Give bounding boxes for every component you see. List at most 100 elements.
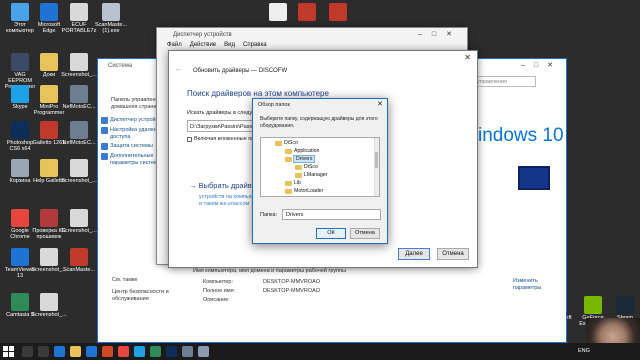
desktop-icon-ecuf[interactable]: ECUF PORTABLE7z: [61, 3, 97, 34]
system-window-title: Система: [108, 63, 133, 69]
photoshop-icon: [11, 121, 29, 139]
wizard-cancel-button[interactable]: Отмена: [437, 248, 469, 260]
desktop-icon-nefmoto1[interactable]: NefMotoEC...: [61, 85, 97, 110]
device-manager-controls[interactable]: –□✕: [418, 30, 462, 38]
folder-tree-item[interactable]: DiSco: [295, 164, 318, 170]
shield-icon: [101, 117, 108, 124]
browse-cancel-button[interactable]: Отмена: [350, 228, 380, 239]
system-window-controls[interactable]: –□✕: [521, 61, 562, 69]
scroll-thumb[interactable]: [375, 152, 378, 168]
steam-icon: [616, 296, 634, 314]
folder-label: Папка:: [260, 212, 278, 218]
vag-eeprom-icon: [11, 53, 29, 71]
folder-tree-label: DiSco: [304, 164, 318, 170]
desktop-icon-label: ScanMaste... (1).exe: [94, 22, 128, 34]
desktop-icon-label: Camtasia 9: [6, 312, 34, 318]
desktop-icon-label: Photoshop CS6 x64: [6, 140, 34, 152]
link-label: Защита системы: [110, 143, 153, 149]
folder-icon: [285, 148, 292, 154]
driver-path-input[interactable]: D:\Загрузки\Passini\Passini\: [187, 120, 259, 132]
desktop-icon-label: Этот компьютер: [6, 22, 34, 34]
computer-label: Компьютер:: [203, 279, 233, 285]
desktop-icon-scanmaster[interactable]: ScanMaste... (1).exe: [93, 3, 129, 34]
desktop-icon-screenshot5[interactable]: Screenshot_...: [31, 293, 67, 318]
menu-file[interactable]: Файл: [167, 42, 182, 48]
shield-icon: [101, 153, 108, 160]
tree-scrollbar[interactable]: [374, 138, 379, 196]
folder-icon: [275, 140, 282, 146]
choose-desc-2: и таким же классом: [199, 201, 250, 207]
desktop-icon-label: ScanMaste...: [62, 267, 96, 273]
k-app2-icon: [329, 3, 347, 21]
full-name-label: Полное имя:: [203, 288, 236, 294]
taskbar-task-view-icon[interactable]: [38, 346, 49, 357]
folder-icon: [295, 164, 302, 170]
folder-tree-label: Lib: [294, 180, 301, 186]
browse-instruction: Выберите папку, содержащую драйверы для …: [260, 116, 378, 129]
close-icon[interactable]: ✕: [377, 100, 383, 108]
menu-view[interactable]: Вид: [224, 42, 235, 48]
folder-icon: [295, 172, 302, 178]
folder-tree-item[interactable]: Drivers: [285, 155, 316, 163]
skype-icon: [11, 85, 29, 103]
windows-start-icon[interactable]: [3, 346, 14, 357]
taskbar-devmgr-icon[interactable]: [198, 346, 209, 357]
checkbox-box[interactable]: [187, 136, 192, 142]
taskbar-store-icon[interactable]: [86, 346, 97, 357]
folder-tree[interactable]: DiSco Application Drivers DiSco LManager Lib M…: [260, 137, 380, 197]
shield-icon: [101, 143, 108, 150]
ok-button[interactable]: ОК: [316, 228, 346, 239]
windows-10-brand: indows 10: [478, 125, 564, 146]
taskbar-office-icon[interactable]: [102, 346, 113, 357]
device-manager-menu: Файл Действие Вид Справка: [167, 42, 267, 48]
folder-tree-item[interactable]: Lib: [285, 180, 301, 186]
menu-action[interactable]: Действие: [190, 42, 216, 48]
folder-tree-label: MotorLoader: [294, 188, 324, 194]
taskbar-explorer-icon[interactable]: [70, 346, 81, 357]
recycle-icon: [11, 159, 29, 177]
wizard-title: Обновить драйверы — DISCOFW: [193, 68, 288, 74]
next-button[interactable]: Далее: [398, 248, 430, 260]
folder-icon: [285, 180, 292, 186]
oem-logo: [518, 166, 550, 190]
desktop-icon-label: MiniPro Programmer: [33, 104, 65, 116]
chrome-icon: [11, 209, 29, 227]
taskbar-camtasia-icon[interactable]: [150, 346, 161, 357]
folder-tree-item[interactable]: Application: [285, 148, 319, 154]
taskbar-photoshop-icon[interactable]: [166, 346, 177, 357]
taskbar-skype-icon[interactable]: [134, 346, 145, 357]
back-arrow-icon[interactable]: ←: [175, 66, 182, 73]
desktop-icon-k-app2[interactable]: [320, 3, 356, 21]
taskbar-search-icon[interactable]: [22, 346, 33, 357]
desktop-icon-label: Корзина: [9, 178, 31, 184]
desktop-icon-scanmaster2[interactable]: ScanMaste...: [61, 248, 97, 273]
folder-tree-label: Drivers: [292, 155, 316, 163]
desktop-icon-label: ECUF PORTABLE7z: [61, 22, 97, 34]
desktop-icon-nefmoto2[interactable]: NefMotoEC...: [61, 121, 97, 146]
folder-tree-label: DiSco: [284, 140, 298, 146]
desktop-icon-screenshot2[interactable]: Screenshot_...: [61, 159, 97, 184]
change-params-link[interactable]: Изменить параметры: [513, 278, 553, 292]
desktop-icon-screenshot3[interactable]: Screenshot_...: [61, 209, 97, 234]
screenshot4-icon: [40, 248, 58, 266]
description-label: Описание:: [203, 297, 230, 303]
desktop-icon-screenshot1[interactable]: Screenshot_...: [61, 53, 97, 78]
folder-icon: [285, 188, 292, 194]
language-indicator[interactable]: ENG: [578, 348, 590, 354]
taskbar-edge-icon[interactable]: [54, 346, 65, 357]
folder-name-input[interactable]: Drivers: [282, 209, 381, 220]
taskbar-chrome-icon[interactable]: [118, 346, 129, 357]
close-icon[interactable]: ✕: [464, 53, 471, 62]
security-center-link[interactable]: Центр безопасности и обслуживания: [112, 289, 182, 303]
browse-dialog-title: Обзор папок: [258, 102, 290, 108]
folder-tree-item[interactable]: LManager: [295, 172, 327, 178]
desktop-icon-label: Screenshot_...: [31, 312, 67, 318]
screenshot5-icon: [40, 293, 58, 311]
menu-help[interactable]: Справка: [243, 42, 267, 48]
folder-tree-item[interactable]: MotorLoader: [285, 188, 323, 194]
taskbar-settings-icon[interactable]: [182, 346, 193, 357]
folder-tree-item[interactable]: DiSco: [275, 140, 298, 146]
full-name-value: DESKTOP-MMVROAO: [263, 288, 321, 294]
wizard-heading: Поиск драйверов на этом компьютере: [187, 89, 329, 98]
this-pc-icon: [11, 3, 29, 21]
